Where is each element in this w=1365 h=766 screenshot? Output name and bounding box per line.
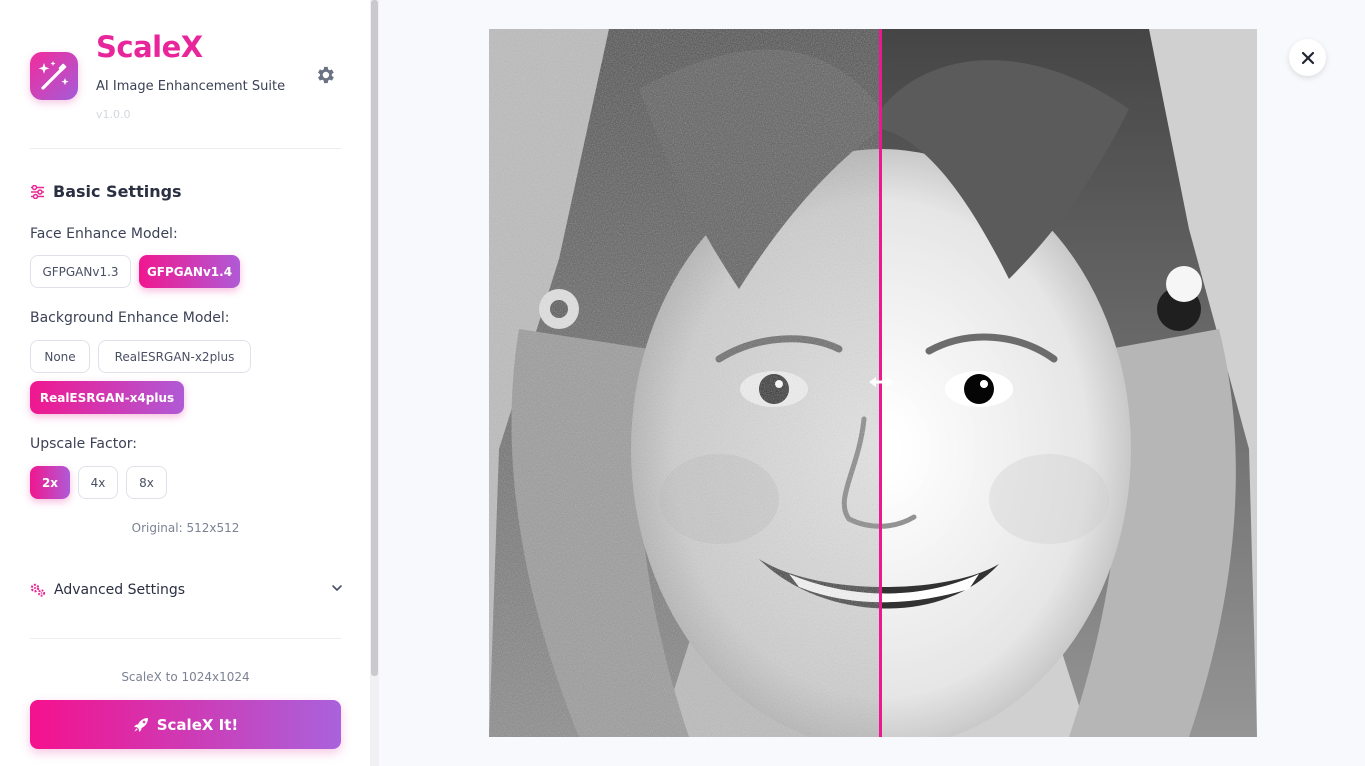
- image-viewer: [379, 0, 1365, 766]
- background-model-label: Background Enhance Model:: [30, 310, 230, 326]
- app-logo: [30, 52, 78, 100]
- comparison-slider-handle[interactable]: [868, 375, 894, 389]
- upscale-option-8x[interactable]: 8x: [126, 466, 167, 499]
- app-title: ScaleX: [96, 30, 203, 64]
- settings-button[interactable]: [314, 64, 336, 86]
- magic-wand-sparkles-icon: [38, 61, 69, 90]
- face-model-option-gfpganv1-3[interactable]: GFPGANv1.3: [30, 255, 131, 288]
- face-model-option-gfpganv1-4[interactable]: GFPGANv1.4: [139, 255, 240, 288]
- sidebar-scrollbar[interactable]: [370, 0, 379, 766]
- advanced-settings-title: Advanced Settings: [54, 582, 186, 598]
- app-version: v1.0.0: [96, 108, 131, 121]
- advanced-settings-toggle[interactable]: Advanced Settings: [30, 579, 343, 601]
- scalex-it-button[interactable]: ScaleX It!: [30, 700, 341, 749]
- basic-settings-header: Basic Settings: [30, 182, 182, 201]
- sidebar: ScaleX AI Image Enhancement Suite v1.0.0…: [0, 0, 370, 766]
- close-button[interactable]: [1289, 39, 1326, 76]
- background-model-option-none[interactable]: None: [30, 340, 90, 373]
- close-icon: [1301, 51, 1314, 64]
- footer-divider: [30, 638, 341, 639]
- background-model-option-realesrgan-x2plus[interactable]: RealESRGAN-x2plus: [98, 340, 251, 373]
- basic-settings-title: Basic Settings: [53, 182, 182, 201]
- gear-icon: [318, 66, 334, 84]
- app-subtitle: AI Image Enhancement Suite: [96, 79, 286, 94]
- rocket-icon: [133, 717, 148, 732]
- cogs-icon: [30, 583, 46, 597]
- header-divider: [30, 148, 341, 149]
- before-after-comparison[interactable]: [489, 29, 1257, 737]
- background-model-option-realesrgan-x4plus[interactable]: RealESRGAN-x4plus: [30, 381, 184, 414]
- arrows-left-right-icon: [869, 377, 893, 387]
- chevron-down-icon: [332, 585, 342, 591]
- upscale-option-4x[interactable]: 4x: [78, 466, 118, 499]
- scale-target-note: ScaleX to 1024x1024: [121, 670, 250, 684]
- upscale-option-2x[interactable]: 2x: [30, 466, 70, 499]
- sidebar-scrollbar-thumb[interactable]: [371, 0, 378, 676]
- face-model-label: Face Enhance Model:: [30, 226, 178, 242]
- original-size-note: Original: 512x512: [131, 521, 240, 535]
- scalex-it-label: ScaleX It!: [156, 715, 239, 734]
- sliders-icon: [31, 184, 44, 199]
- upscale-factor-label: Upscale Factor:: [30, 436, 137, 452]
